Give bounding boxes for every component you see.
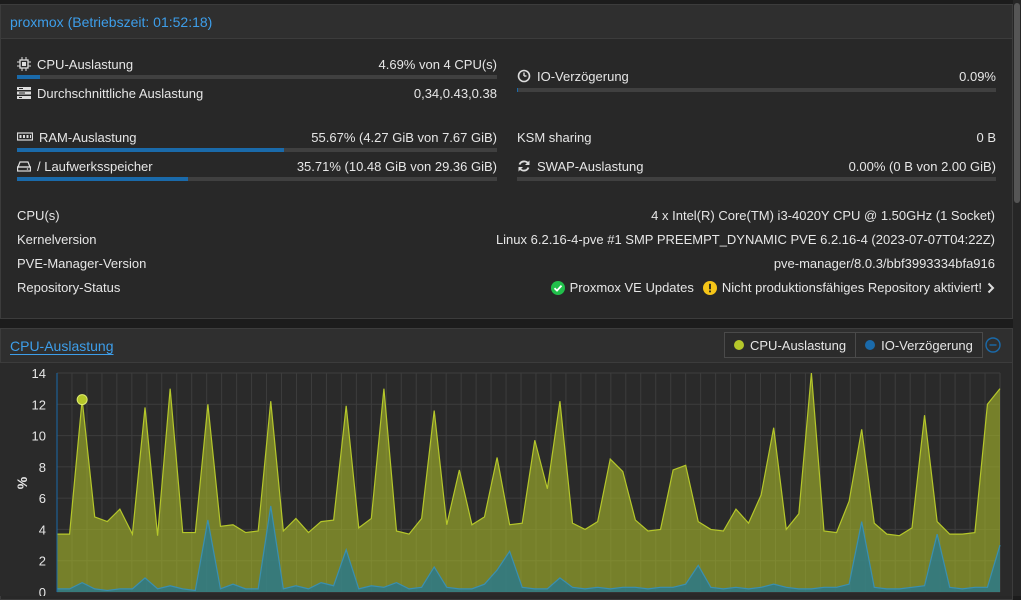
clock-icon xyxy=(517,69,531,83)
legend-io-label: IO-Verzögerung xyxy=(881,338,973,353)
page-scrollbar[interactable] xyxy=(1013,0,1021,596)
status-panel-header: proxmox (Betriebszeit: 01:52:18) xyxy=(1,5,1012,39)
cpus-value: 4 x Intel(R) Core(TM) i3-4020Y CPU @ 1.5… xyxy=(651,208,995,223)
check-circle-icon xyxy=(551,281,565,295)
legend-cpu-dot xyxy=(734,340,744,350)
cpu-usage-bar xyxy=(17,75,497,79)
io-delay-value: 0.09% xyxy=(959,69,996,84)
ram-usage-value: 55.67% (4.27 GiB von 7.67 GiB) xyxy=(311,130,497,145)
ksm-row: KSM sharing 0 B xyxy=(517,129,996,145)
chart-legend: CPU-Auslastung IO-Verzögerung xyxy=(724,332,983,358)
scrollbar-thumb[interactable] xyxy=(1014,3,1020,203)
ram-usage-label: RAM-Auslastung xyxy=(39,130,137,145)
status-panel: proxmox (Betriebszeit: 01:52:18) CPU-Aus… xyxy=(0,4,1013,319)
cpu-chart-title: CPU-Auslastung xyxy=(10,338,114,354)
refresh-icon xyxy=(517,159,531,173)
legend-io-dot xyxy=(865,340,875,350)
kernel-value: Linux 6.2.16-4-pve #1 SMP PREEMPT_DYNAMI… xyxy=(496,232,995,247)
disk-value: 35.71% (10.48 GiB von 29.36 GiB) xyxy=(297,159,497,174)
pve-row: PVE-Manager-Version pve-manager/8.0.3/bb… xyxy=(17,255,995,271)
swap-label: SWAP-Auslastung xyxy=(537,159,643,174)
highlight-point xyxy=(77,395,87,405)
legend-cpu-label: CPU-Auslastung xyxy=(750,338,846,353)
warning-circle-icon xyxy=(703,281,717,295)
repo-status[interactable]: Proxmox VE Updates Nicht produktionsfähi… xyxy=(551,280,995,295)
cpu-usage-row: CPU-Auslastung 4.69% von 4 CPU(s) xyxy=(17,56,497,72)
kernel-label: Kernelversion xyxy=(17,232,97,247)
load-avg-value: 0,34,0.43,0.38 xyxy=(414,86,497,101)
tasks-icon xyxy=(17,87,31,99)
repo-ok-text: Proxmox VE Updates xyxy=(570,280,694,295)
collapse-icon[interactable] xyxy=(985,337,1001,353)
disk-bar-fill xyxy=(17,177,188,181)
cpu-usage-value: 4.69% von 4 CPU(s) xyxy=(379,57,498,72)
swap-bar xyxy=(517,177,996,181)
y-tick-label: 6 xyxy=(39,491,46,506)
status-panel-title: proxmox (Betriebszeit: 01:52:18) xyxy=(10,14,212,30)
ram-usage-bar-fill xyxy=(17,148,284,152)
pve-value: pve-manager/8.0.3/bbf3993334bfa916 xyxy=(774,256,995,271)
repo-warn-text: Nicht produktionsfähiges Repository akti… xyxy=(722,280,982,295)
load-avg-row: Durchschnittliche Auslastung 0,34,0.43,0… xyxy=(17,85,497,101)
load-avg-label: Durchschnittliche Auslastung xyxy=(37,86,203,101)
io-delay-row: IO-Verzögerung 0.09% xyxy=(517,68,996,84)
ram-usage-row: RAM-Auslastung 55.67% (4.27 GiB von 7.67… xyxy=(17,129,497,145)
legend-io-toggle[interactable]: IO-Verzögerung xyxy=(856,333,982,357)
hdd-icon xyxy=(17,160,31,172)
io-delay-bar xyxy=(517,88,996,92)
y-tick-label: 0 xyxy=(39,585,46,596)
repo-label: Repository-Status xyxy=(17,280,120,295)
memory-icon xyxy=(17,132,33,142)
disk-row: / Laufwerksspeicher 35.71% (10.48 GiB vo… xyxy=(17,158,497,174)
y-tick-label: 2 xyxy=(39,554,46,569)
pve-label: PVE-Manager-Version xyxy=(17,256,146,271)
swap-value: 0.00% (0 B von 2.00 GiB) xyxy=(849,159,996,174)
disk-label: / Laufwerksspeicher xyxy=(37,159,153,174)
cpus-label: CPU(s) xyxy=(17,208,60,223)
ram-usage-bar xyxy=(17,148,497,152)
cpu-usage-label: CPU-Auslastung xyxy=(37,57,133,72)
y-tick-label: 14 xyxy=(32,366,46,381)
y-tick-label: 10 xyxy=(32,429,46,444)
cpus-row: CPU(s) 4 x Intel(R) Core(TM) i3-4020Y CP… xyxy=(17,207,995,223)
chevron-right-icon xyxy=(987,282,995,294)
y-tick-label: 8 xyxy=(39,460,46,475)
ksm-value: 0 B xyxy=(976,130,996,145)
disk-bar xyxy=(17,177,497,181)
y-axis-label: % xyxy=(14,476,30,489)
repo-row: Repository-Status Proxmox VE Updates Nic… xyxy=(17,279,995,296)
io-delay-label: IO-Verzögerung xyxy=(537,69,629,84)
cpu-chart: 0 2 4 6 8 10 12 14% xyxy=(0,363,1012,596)
swap-row: SWAP-Auslastung 0.00% (0 B von 2.00 GiB) xyxy=(517,158,996,174)
y-tick-label: 12 xyxy=(32,397,46,412)
y-tick-label: 4 xyxy=(39,522,46,537)
legend-cpu-toggle[interactable]: CPU-Auslastung xyxy=(725,333,856,357)
ksm-label: KSM sharing xyxy=(517,130,591,145)
cpu-usage-bar-fill xyxy=(17,75,40,79)
cpu-icon xyxy=(17,57,31,71)
kernel-row: Kernelversion Linux 6.2.16-4-pve #1 SMP … xyxy=(17,231,995,247)
